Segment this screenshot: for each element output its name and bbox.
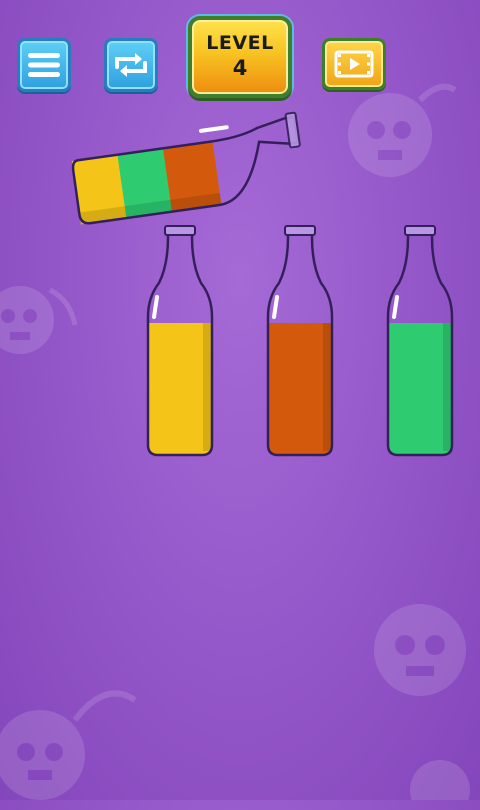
skull-bomb-icon [0,286,78,354]
bottle-highlight [272,295,279,319]
liquid-yellow [148,323,212,455]
liquid-shade [443,323,452,451]
skull-bomb-icon [410,760,470,800]
skull-bomb-icon [0,690,137,800]
liquid-shade [323,323,332,451]
bottle-neck-rim [284,225,316,236]
skull-bomb-icon [374,604,466,696]
bottle-3[interactable] [385,225,455,460]
bottle-neck-rim [404,225,436,236]
liquid-shade [203,323,212,451]
liquid-orange [268,323,332,455]
bottle-highlight [152,295,159,319]
tilted-bottle[interactable] [0,0,480,260]
bottle-2[interactable] [265,225,335,460]
bottle-1[interactable] [145,225,215,460]
bottle-highlight [392,295,399,319]
bottle-neck-rim [164,225,196,236]
liquid-green [388,323,452,455]
